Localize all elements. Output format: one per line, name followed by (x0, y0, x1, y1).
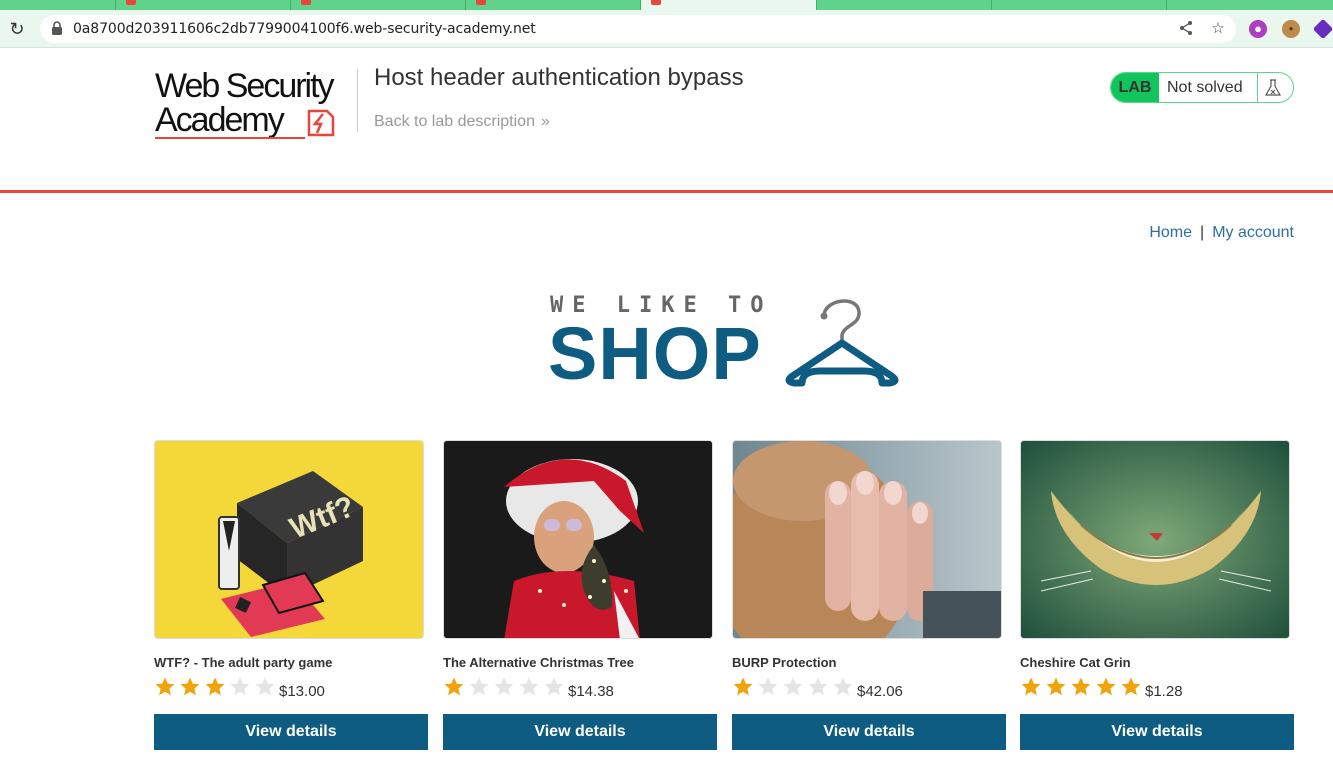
product-price: $14.38 (568, 683, 614, 700)
product-price: $13.00 (279, 683, 325, 700)
browser-tab[interactable] (1167, 0, 1333, 10)
product-card: Wtf? WTF? - The adult party game $13.00 … (154, 440, 428, 751)
browser-tab-active[interactable] (641, 0, 817, 10)
lab-title: Host header authentication bypass (374, 64, 744, 91)
share-icon[interactable] (1177, 20, 1195, 38)
product-name: The Alternative Christmas Tree (443, 655, 634, 670)
star-filled-icon (444, 677, 464, 696)
back-to-lab-description-link[interactable]: Back to lab description » (374, 113, 550, 131)
lock-icon (52, 21, 62, 35)
star-empty-icon (255, 677, 275, 696)
browser-tab[interactable] (817, 0, 992, 10)
logo-underline (155, 137, 305, 139)
product-image[interactable] (443, 440, 713, 639)
wtf-game-image: Wtf? (155, 441, 423, 638)
star-filled-icon (1046, 677, 1066, 696)
star-filled-icon (180, 677, 200, 696)
star-filled-icon (1096, 677, 1116, 696)
nav-separator: | (1200, 224, 1205, 241)
url-text: 0a8700d203911606c2db7799004100f6.web-sec… (73, 21, 536, 37)
christmas-tree-image (444, 441, 712, 638)
browser-tab[interactable] (116, 0, 291, 10)
product-image[interactable]: Wtf? (154, 440, 424, 639)
browser-tab[interactable] (0, 0, 116, 10)
bookmark-star-icon[interactable]: ☆ (1209, 20, 1227, 38)
flask-icon (1264, 79, 1282, 96)
product-price: $1.28 (1145, 683, 1183, 700)
star-filled-icon (1121, 677, 1141, 696)
browser-tab[interactable] (291, 0, 466, 10)
star-filled-icon (155, 677, 175, 696)
star-empty-icon (783, 677, 803, 696)
product-image[interactable] (1020, 440, 1290, 639)
product-card: BURP Protection $42.06 View details (732, 440, 1006, 751)
star-filled-icon (1021, 677, 1041, 696)
clothes-hanger-icon (785, 299, 899, 387)
cookie-icon[interactable]: • (1282, 20, 1300, 38)
product-card: Cheshire Cat Grin $1.28 View details (1020, 440, 1294, 751)
product-image[interactable] (732, 440, 1002, 639)
view-details-button[interactable]: View details (1020, 714, 1294, 750)
header-divider (357, 69, 358, 132)
lab-status-widget: LAB Not solved (1110, 72, 1294, 103)
double-chevron-right-icon: » (540, 113, 550, 130)
browser-tab[interactable] (992, 0, 1167, 10)
address-bar[interactable]: 0a8700d203911606c2db7799004100f6.web-sec… (40, 15, 1236, 43)
star-empty-icon (230, 677, 250, 696)
star-empty-icon (833, 677, 853, 696)
favicon-icon (651, 0, 661, 5)
we-like-to-shop-banner: WE LIKE TO SHOP (548, 293, 908, 393)
view-details-button[interactable]: View details (732, 714, 1006, 750)
product-card: The Alternative Christmas Tree $14.38 Vi… (443, 440, 717, 751)
top-navigation: Home | My account (1149, 224, 1294, 242)
browser-tab-strip (0, 0, 1333, 10)
star-empty-icon (494, 677, 514, 696)
view-details-button[interactable]: View details (154, 714, 428, 750)
star-empty-icon (544, 677, 564, 696)
burp-protection-image (733, 441, 1001, 638)
home-link[interactable]: Home (1149, 224, 1192, 241)
logo-line2: Academy (155, 101, 285, 139)
logo-mark-icon (307, 109, 335, 137)
my-account-link[interactable]: My account (1212, 224, 1294, 241)
product-price: $42.06 (857, 683, 903, 700)
view-details-button[interactable]: View details (443, 714, 717, 750)
extension-icon[interactable]: ● (1249, 20, 1267, 38)
back-link-label: Back to lab description (374, 113, 535, 130)
star-filled-icon (1071, 677, 1091, 696)
favicon-icon (476, 0, 486, 5)
product-name: Cheshire Cat Grin (1020, 655, 1131, 670)
lab-status-text: Not solved (1167, 79, 1243, 96)
academy-header: Web Security Academy Host header authent… (0, 49, 1333, 193)
product-name: WTF? - The adult party game (154, 655, 333, 670)
star-empty-icon (519, 677, 539, 696)
product-name: BURP Protection (732, 655, 837, 670)
web-security-academy-logo[interactable]: Web Security Academy (155, 69, 355, 143)
star-empty-icon (469, 677, 489, 696)
reload-icon[interactable]: ↻ (7, 19, 27, 39)
favicon-icon (126, 0, 136, 5)
favicon-icon (301, 0, 311, 5)
star-filled-icon (205, 677, 225, 696)
browser-tab[interactable] (466, 0, 641, 10)
lab-status-divider (1257, 73, 1258, 102)
logo-line1: Web Security (155, 67, 335, 105)
cheshire-cat-grin-image (1021, 441, 1289, 638)
star-empty-icon (758, 677, 778, 696)
extension-purple-icon[interactable] (1312, 18, 1333, 40)
banner-big-text: SHOP (548, 312, 762, 395)
star-filled-icon (733, 677, 753, 696)
browser-toolbar: ↻ 0a8700d203911606c2db7799004100f6.web-s… (0, 10, 1333, 48)
star-empty-icon (808, 677, 828, 696)
lab-badge: LAB (1111, 73, 1159, 102)
